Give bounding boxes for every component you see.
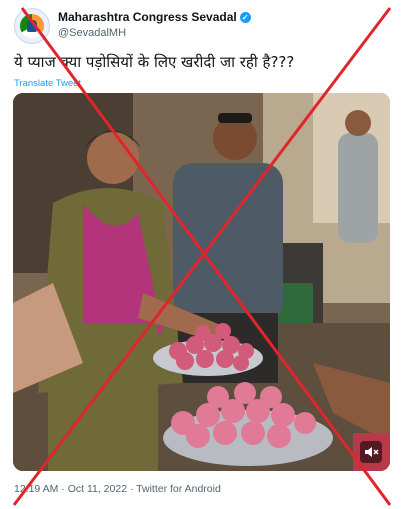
tweet-video[interactable] — [13, 93, 390, 471]
hand-logo-icon — [27, 20, 37, 32]
video-frame — [13, 93, 390, 471]
author-handle[interactable]: @SevadalMH — [58, 27, 126, 39]
verified-badge-icon: ✓ — [239, 12, 251, 24]
tweet-header: Maharashtra Congress Sevadal ✓ @SevadalMH — [14, 8, 394, 44]
tweet-text: ये प्याज क्या पड़ोसियों के लिए खरीदी जा … — [14, 53, 295, 71]
speaker-muted-icon[interactable] — [360, 441, 382, 463]
translate-tweet-link[interactable]: Translate Tweet — [14, 78, 81, 89]
author-name-row[interactable]: Maharashtra Congress Sevadal ✓ — [58, 10, 251, 24]
author-name[interactable]: Maharashtra Congress Sevadal — [58, 10, 237, 24]
tweet-timestamp[interactable]: 12:19 AM · Oct 11, 2022 · Twitter for An… — [14, 483, 221, 495]
avatar[interactable] — [14, 8, 50, 44]
